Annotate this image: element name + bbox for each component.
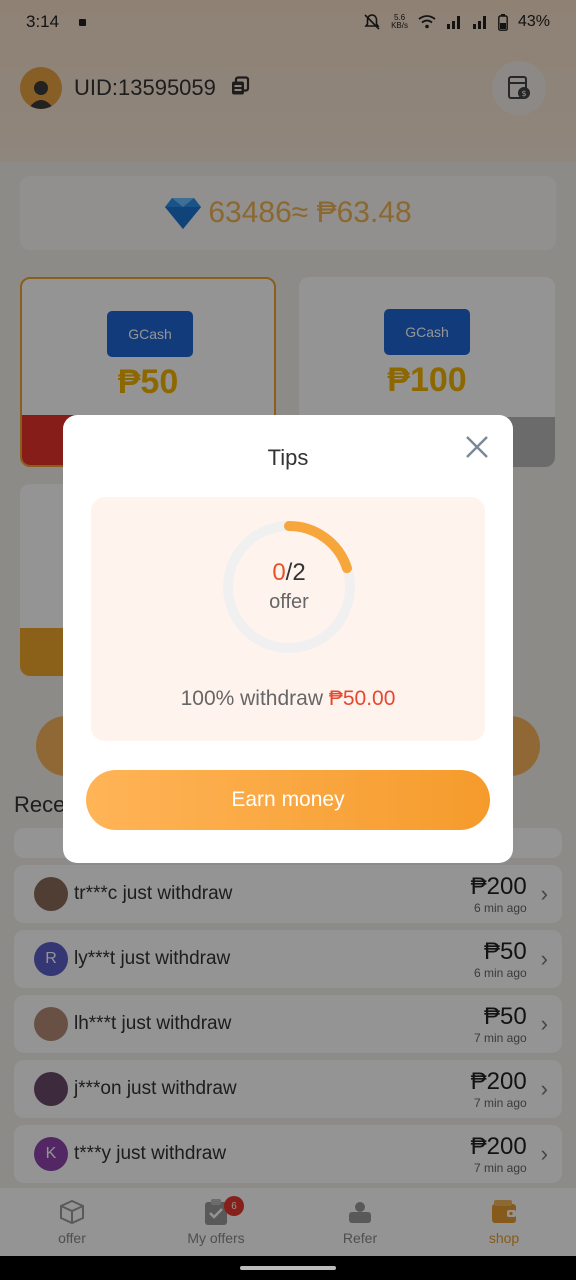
close-icon[interactable] bbox=[463, 433, 491, 461]
progress-text: 0/2 offer bbox=[219, 559, 359, 614]
withdraw-amount: ₱50.00 bbox=[328, 687, 396, 710]
home-indicator[interactable] bbox=[240, 1266, 336, 1270]
progress-total: /2 bbox=[285, 559, 306, 586]
system-nav-bar bbox=[0, 1256, 576, 1280]
modal-title: Tips bbox=[267, 445, 309, 470]
progress-label: offer bbox=[269, 591, 309, 613]
earn-money-button[interactable]: Earn money bbox=[86, 770, 490, 830]
progress-panel: 0/2 offer 100% withdraw ₱50.00 bbox=[91, 497, 485, 741]
withdraw-info: 100% withdraw ₱50.00 bbox=[180, 687, 396, 710]
tips-modal: Tips 0/2 offer 100% withdraw ₱50.00 Earn… bbox=[63, 415, 513, 863]
progress-done: 0 bbox=[272, 559, 286, 586]
